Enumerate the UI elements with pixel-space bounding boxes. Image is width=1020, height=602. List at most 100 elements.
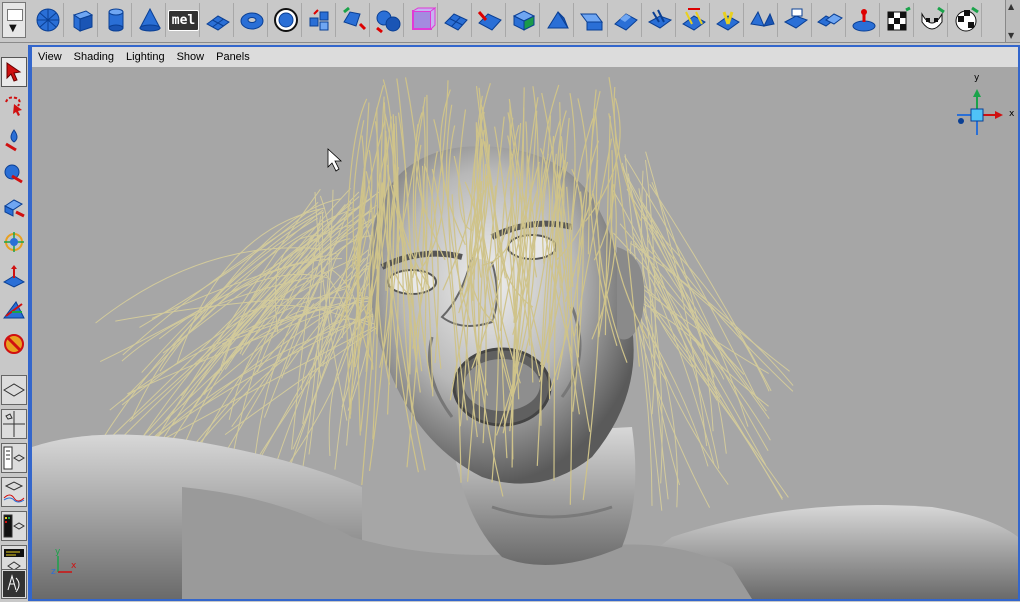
poly-plane-button[interactable]: [202, 3, 234, 37]
split-polygon-icon: [342, 6, 366, 31]
chevron-up-icon[interactable]: ▲: [1008, 2, 1014, 11]
checker-icon: [887, 6, 911, 31]
planar-mapping-button[interactable]: [610, 3, 642, 37]
view-cube-x-label: x: [1009, 109, 1015, 119]
origin-x-label: x: [71, 561, 77, 571]
four-pane-icon: [3, 411, 25, 437]
render-box-icon: [411, 7, 436, 30]
camera-name-label: persp: [502, 598, 532, 599]
poly-smooth-icon: [477, 11, 502, 31]
menu-panels[interactable]: Panels: [210, 51, 256, 63]
combine-button[interactable]: [372, 3, 404, 37]
origin-z-label: z: [51, 567, 56, 577]
layout-custom-button[interactable]: [1, 569, 27, 599]
scale-tool-button[interactable]: [1, 227, 27, 257]
checker-texture-button[interactable]: [882, 3, 914, 37]
show-manipulator-button[interactable]: [1, 329, 27, 359]
cut-faces-icon: [783, 8, 808, 29]
soft-mod-tool-button[interactable]: [1, 295, 27, 325]
layout-outliner-button[interactable]: [1, 443, 27, 473]
poly-sphere-button[interactable]: [32, 3, 64, 37]
poly-cube-button[interactable]: [66, 3, 98, 37]
no-manipulator-icon: [4, 334, 24, 354]
extrude-icon: [309, 9, 328, 31]
shelf-scrollbar[interactable]: ▲ ▼: [1005, 0, 1020, 42]
paint-select-tool-button[interactable]: [1, 125, 27, 155]
sculpt-button[interactable]: [848, 3, 880, 37]
poly-smooth-button[interactable]: [474, 3, 506, 37]
merge-edge-button[interactable]: [712, 3, 744, 37]
poly-cylinder-button[interactable]: [100, 3, 132, 37]
mel-script-button[interactable]: mel: [167, 3, 200, 37]
menu-view[interactable]: View: [32, 51, 68, 63]
mirror-geometry-button[interactable]: [746, 3, 778, 37]
scene-canvas[interactable]: y x y x z persp: [32, 67, 1018, 599]
bevel-button[interactable]: [508, 3, 540, 37]
layout-graph-button[interactable]: [1, 477, 27, 507]
chevron-down-icon[interactable]: ▼: [9, 23, 17, 34]
perspective-viewport[interactable]: View Shading Lighting Show Panels y x y …: [30, 45, 1020, 601]
combine-icon: [375, 10, 400, 34]
render-box-button[interactable]: [406, 3, 438, 37]
lasso-tool-button[interactable]: [1, 91, 27, 121]
cut-faces-button[interactable]: [780, 3, 812, 37]
chevron-down-icon[interactable]: ▼: [1008, 31, 1014, 40]
poly-cone-button[interactable]: [134, 3, 166, 37]
panel-menu-bar: View Shading Lighting Show Panels: [32, 47, 1018, 68]
select-faces-button[interactable]: [270, 3, 302, 37]
bevel-icon: [512, 10, 535, 31]
hypershade-pane-icon: [3, 514, 25, 538]
outliner-pane-icon: [3, 446, 25, 470]
uv-unfold-button[interactable]: [916, 3, 948, 37]
poly-torus-icon: [240, 12, 263, 30]
split-polygon-button[interactable]: [338, 3, 370, 37]
poly-cylinder-icon: [108, 8, 123, 32]
layout-four-button[interactable]: [1, 409, 27, 439]
menu-show[interactable]: Show: [171, 51, 211, 63]
menu-lighting[interactable]: Lighting: [120, 51, 171, 63]
graph-pane-icon: [3, 481, 25, 503]
bridge-button[interactable]: [678, 3, 710, 37]
extrude-face-button[interactable]: [576, 3, 608, 37]
uv-sphere-button[interactable]: [950, 3, 982, 37]
lasso-icon: [5, 96, 22, 116]
manipulator-tool-button[interactable]: [1, 261, 27, 291]
append-polygon-button[interactable]: [644, 3, 676, 37]
wedge-face-button[interactable]: [542, 3, 574, 37]
character-model: [32, 67, 1018, 599]
sculpt-icon: [852, 9, 875, 32]
rotate-icon: [4, 199, 25, 218]
subdivide-button[interactable]: [440, 3, 472, 37]
layout-single-button[interactable]: [1, 375, 27, 405]
layout-hypershade-button[interactable]: [1, 511, 27, 541]
rotate-tool-button[interactable]: [1, 193, 27, 223]
soft-mod-icon: [3, 301, 25, 319]
shelf-icons: mel: [32, 3, 982, 37]
view-cube-y-label: y: [974, 73, 980, 83]
single-pane-icon: [3, 383, 25, 397]
mirror-icon: [749, 10, 775, 27]
merge-edge-icon: [715, 11, 740, 31]
poke-face-button[interactable]: [814, 3, 846, 37]
uv-unfold-icon: [921, 6, 945, 30]
append-polygon-icon: [647, 9, 672, 29]
custom-layout-icon: [3, 571, 25, 597]
poly-cone-icon: [138, 7, 161, 32]
poly-plane-icon: [205, 15, 230, 31]
extrude-face-icon: [579, 13, 603, 31]
poly-torus-button[interactable]: [236, 3, 268, 37]
subdivide-icon: [443, 13, 468, 31]
bridge-icon: [681, 8, 706, 31]
shelf-tab-selector[interactable]: ▼: [2, 2, 26, 38]
select-arrow-icon: [6, 62, 22, 82]
move-icon: [4, 164, 23, 184]
shelf-tab-box: [7, 9, 23, 21]
extrude-button[interactable]: [304, 3, 336, 37]
toolbox: [0, 45, 30, 601]
poly-cube-icon: [72, 10, 93, 32]
move-tool-button[interactable]: [1, 159, 27, 189]
menu-shading[interactable]: Shading: [68, 51, 120, 63]
face-select-icon: [273, 8, 298, 32]
planar-mapping-icon: [613, 13, 638, 31]
select-tool-button[interactable]: [1, 57, 27, 87]
